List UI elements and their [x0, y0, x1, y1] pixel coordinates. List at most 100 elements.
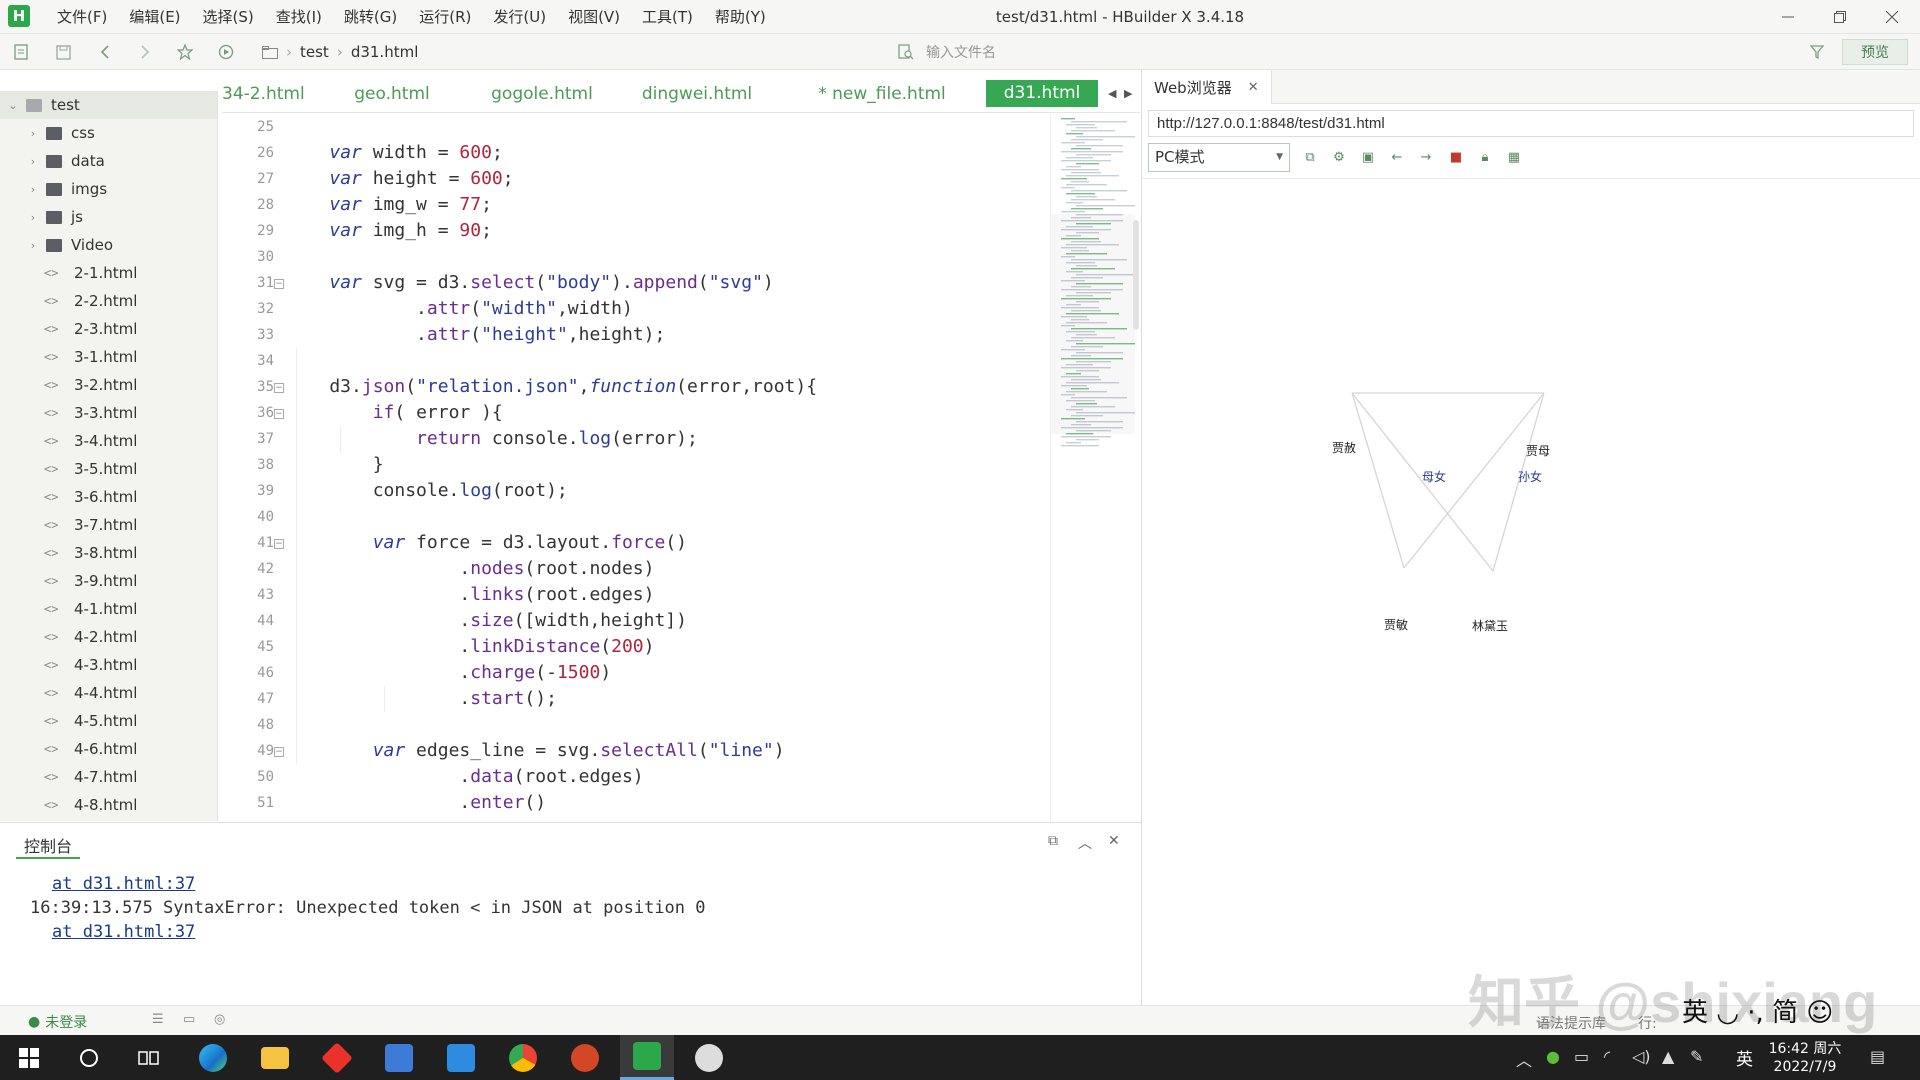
fold-toggle-icon[interactable]: − — [274, 279, 284, 289]
search-button[interactable] — [62, 1035, 116, 1080]
tray-app2-icon[interactable]: ▲ — [1662, 1047, 1674, 1066]
task-view-button[interactable] — [122, 1035, 176, 1080]
pen-icon[interactable]: ✎ — [1690, 1047, 1703, 1066]
tree-file[interactable]: <> 4-2.html — [0, 623, 217, 651]
battery-icon[interactable]: ▭ — [1574, 1047, 1589, 1066]
tree-file[interactable]: <> 3-4.html — [0, 427, 217, 455]
taskbar-app-circle[interactable] — [682, 1035, 736, 1080]
editor-tab[interactable]: dingwei.html — [622, 75, 772, 112]
forward-icon[interactable] — [136, 43, 154, 61]
tree-file[interactable]: <> 2-1.html — [0, 259, 217, 287]
editor-tab[interactable]: d31.html — [986, 80, 1098, 107]
tree-file[interactable]: <> 4-3.html — [0, 651, 217, 679]
minimize-button[interactable] — [1760, 0, 1816, 34]
star-icon[interactable] — [176, 43, 194, 61]
browser-back-icon[interactable]: ← — [1389, 149, 1405, 165]
tree-folder[interactable]: › css — [0, 119, 217, 147]
menu-item[interactable]: 视图(V) — [557, 0, 631, 34]
console-close-icon[interactable]: ✕ — [1108, 833, 1120, 849]
taskbar-edge[interactable] — [186, 1035, 240, 1080]
tree-file[interactable]: <> 3-8.html — [0, 539, 217, 567]
taskbar-explorer[interactable] — [248, 1035, 302, 1080]
code-editor[interactable]: var width = 600; var height = 600; var i… — [286, 114, 1051, 822]
preview-button[interactable]: 预览 — [1842, 39, 1908, 65]
menu-item[interactable]: 查找(I) — [265, 0, 333, 34]
tree-file[interactable]: <> 3-3.html — [0, 399, 217, 427]
console-clear-icon[interactable]: ⧉ — [1048, 833, 1058, 849]
run-icon[interactable] — [217, 43, 235, 61]
tree-root-test[interactable]: ⌄ test — [0, 91, 217, 119]
list-icon[interactable]: ☰ — [152, 1012, 164, 1027]
menu-item[interactable]: 文件(F) — [46, 0, 118, 34]
console-source-link[interactable]: at d31.html:37 — [52, 872, 195, 896]
taskbar-hbuilder[interactable] — [620, 1035, 674, 1080]
tree-file[interactable]: <> 3-9.html — [0, 567, 217, 595]
menu-item[interactable]: 编辑(E) — [118, 0, 191, 34]
wifi-icon[interactable]: ◜ — [1604, 1047, 1610, 1066]
editor-tab[interactable]: * new_file.html — [802, 75, 962, 112]
menu-item[interactable]: 运行(R) — [408, 0, 482, 34]
menu-item[interactable]: 发行(U) — [482, 0, 557, 34]
taskbar-chrome[interactable] — [496, 1035, 550, 1080]
open-external-icon[interactable]: ⧉ — [1302, 149, 1318, 165]
lock-icon[interactable]: 🔒︎ — [1477, 149, 1493, 165]
taskbar-app-blue[interactable] — [372, 1035, 426, 1080]
menu-item[interactable]: 工具(T) — [631, 0, 704, 34]
tab-console[interactable]: 控制台 — [24, 833, 72, 857]
login-status[interactable]: ● 未登录 — [28, 1012, 87, 1032]
menu-item[interactable]: 选择(S) — [192, 0, 265, 34]
tree-file[interactable]: <> 3-5.html — [0, 455, 217, 483]
save-icon[interactable] — [54, 43, 72, 61]
tab-web-browser[interactable]: Web浏览器 ✕ — [1142, 70, 1272, 104]
tree-file[interactable]: <> 4-4.html — [0, 679, 217, 707]
taskbar-app-red[interactable] — [310, 1035, 364, 1080]
qr-code-icon[interactable]: ▦ — [1506, 149, 1522, 165]
devtools-icon[interactable]: ▣ — [1360, 149, 1376, 165]
tree-folder[interactable]: › data — [0, 147, 217, 175]
restore-button[interactable] — [1812, 0, 1868, 34]
tree-file[interactable]: <> 3-7.html — [0, 511, 217, 539]
browser-url-input[interactable]: http://127.0.0.1:8848/test/d31.html — [1148, 110, 1914, 137]
stop-icon[interactable]: ■ — [1448, 149, 1464, 165]
network-icon[interactable]: ◎ — [214, 1012, 225, 1027]
console-source-link[interactable]: at d31.html:37 — [52, 920, 195, 944]
tree-folder[interactable]: › js — [0, 203, 217, 231]
tray-expand-icon[interactable]: ︿ — [1516, 1047, 1532, 1071]
editor-tab[interactable]: 34-2.html — [222, 75, 305, 112]
volume-icon[interactable]: ◁) — [1632, 1047, 1651, 1066]
breadcrumb-item[interactable]: d31.html — [351, 43, 419, 61]
close-window-button[interactable] — [1864, 0, 1920, 34]
menu-item[interactable]: 帮助(Y) — [704, 0, 777, 34]
terminal-icon[interactable]: ▭ — [183, 1012, 195, 1027]
fold-toggle-icon[interactable]: − — [274, 747, 284, 757]
close-tab-icon[interactable]: ✕ — [1248, 80, 1259, 95]
settings-icon[interactable]: ⚙ — [1331, 149, 1347, 165]
tree-file[interactable]: <> 4-1.html — [0, 595, 217, 623]
file-search-input[interactable]: 输入文件名 — [898, 34, 1778, 70]
device-mode-select[interactable]: PC模式 ▼ — [1148, 143, 1290, 172]
fold-toggle-icon[interactable]: − — [274, 539, 284, 549]
tree-file[interactable]: <> 4-6.html — [0, 735, 217, 763]
tree-folder[interactable]: › imgs — [0, 175, 217, 203]
tree-file[interactable]: <> 2-2.html — [0, 287, 217, 315]
tree-file[interactable]: <> 3-2.html — [0, 371, 217, 399]
editor-tab[interactable]: geo.html — [342, 75, 442, 112]
taskbar-app-bird[interactable] — [434, 1035, 488, 1080]
taskbar-powerpoint[interactable] — [558, 1035, 612, 1080]
new-file-icon[interactable] — [12, 43, 30, 61]
minimap[interactable] — [1050, 114, 1135, 822]
system-clock[interactable]: 16:42 周六 2022/7/9 — [1760, 1035, 1850, 1080]
tray-app-icon[interactable]: ● — [1546, 1047, 1560, 1066]
fold-toggle-icon[interactable]: − — [274, 409, 284, 419]
notification-icon[interactable]: ▤ — [1870, 1047, 1885, 1066]
tree-file[interactable]: <> 3-1.html — [0, 343, 217, 371]
tree-file[interactable]: <> 3-6.html — [0, 483, 217, 511]
tab-scroll-left-icon[interactable]: ◀ — [1108, 87, 1116, 100]
menu-item[interactable]: 跳转(G) — [333, 0, 408, 34]
breadcrumb-item[interactable]: test — [300, 43, 329, 61]
chevron-up-icon[interactable]: ︿ — [1078, 833, 1092, 853]
tree-file[interactable]: <> 4-7.html — [0, 763, 217, 791]
ime-toolbar[interactable]: 英 ◡ ·, 简 ☺ — [1682, 992, 1833, 1029]
editor-scrollbar[interactable] — [1133, 220, 1139, 330]
filter-icon[interactable] — [1808, 43, 1826, 61]
